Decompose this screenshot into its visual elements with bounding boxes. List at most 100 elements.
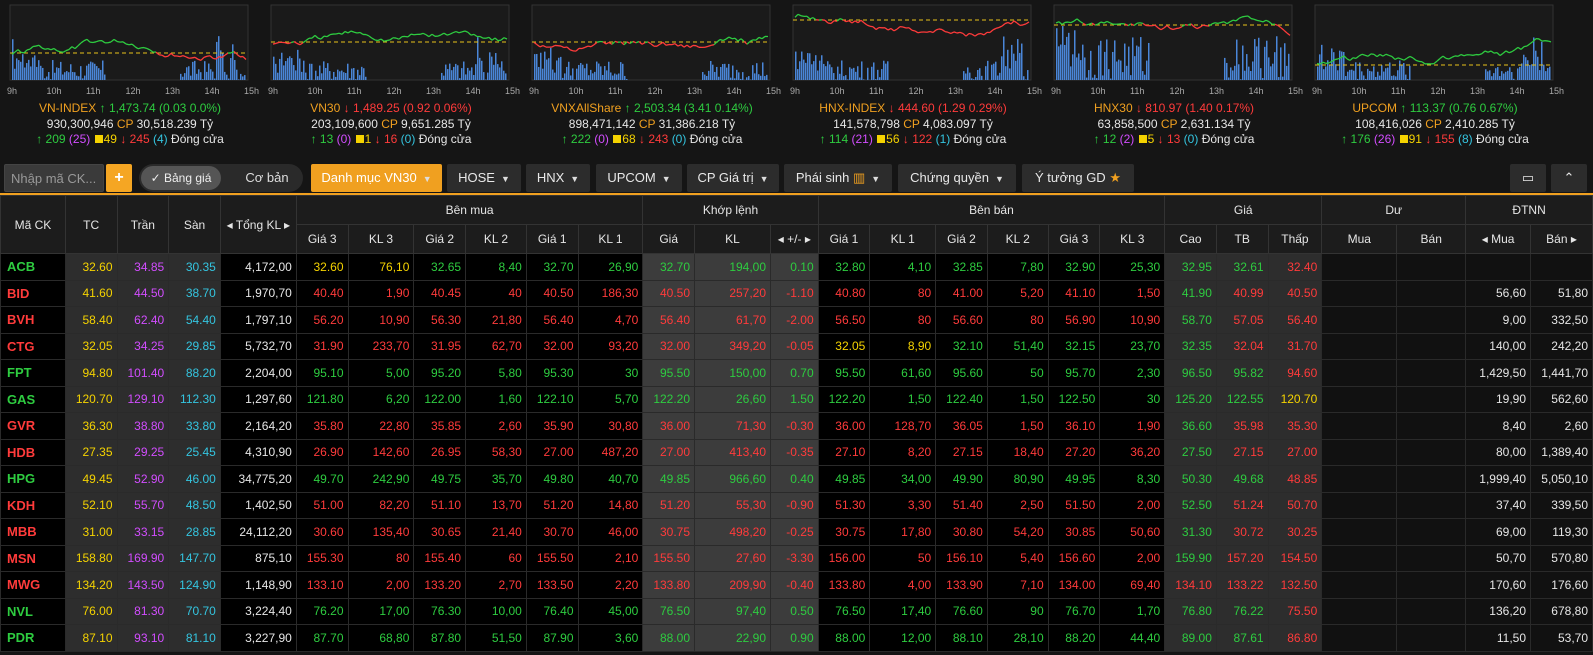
caret-down-icon: ▼ (500, 174, 510, 184)
table-row[interactable]: GAS 120.70 129.10 112.30 1,297,60 121.80 6,20 1… (0, 385, 1593, 413)
subheader-15: Cao (1164, 224, 1217, 254)
index-card-vnxallshare[interactable]: 9h 10h 11h 12h 13h 14h 15h VNXAllShare ↑ 2,503.… (522, 0, 782, 160)
volume-bar (311, 63, 313, 80)
monitor-icon[interactable]: ▭ (1510, 164, 1546, 192)
tab-upcom[interactable]: UPCOM ▼ (596, 164, 682, 192)
volume-bar (746, 77, 748, 80)
tab-vn30-watchlist[interactable]: Danh mục VN30 ▼ (311, 164, 442, 192)
volume-bar (287, 58, 289, 80)
subheader-8[interactable]: ◂ +/- ▸ (770, 224, 819, 254)
volume-bar (1375, 76, 1377, 80)
price-stat-cell: 133.22 (1215, 571, 1269, 599)
index-card-vn-index[interactable]: 9h 10h 11h 12h 13h 14h 15h VN-INDEX ↑ 1,473.74 … (0, 0, 260, 160)
decliners: ↓ 243 (638, 132, 669, 146)
match-cell: 498,20 (694, 518, 772, 546)
symbol-cell[interactable]: PDR (0, 624, 66, 652)
buy-cell: 40,70 (577, 465, 644, 493)
table-row[interactable]: PDR 87.10 93.10 81.10 3,227,90 87.70 68,80 87.8… (0, 624, 1593, 652)
symbol-cell[interactable]: MBB (0, 518, 66, 546)
tab-derivatives[interactable]: Phái sinh ▥ ▼ (784, 164, 892, 192)
volume-bar (1100, 40, 1102, 80)
buy-cell: 5,00 (347, 359, 415, 387)
symbol-cell[interactable]: GAS (0, 385, 66, 413)
add-symbol-button[interactable]: + (106, 164, 132, 192)
header-total-volume[interactable]: ◂ Tổng KL ▸ (219, 195, 297, 254)
table-row[interactable]: MBB 31.00 33.15 28.85 24,112,20 30.60 135,40 30… (0, 518, 1593, 546)
price-stat-cell: 31.30 (1164, 518, 1217, 546)
tab-warrants[interactable]: Chứng quyền ▼ (898, 164, 1016, 192)
volume-bar (991, 64, 993, 80)
table-row[interactable]: CTG 32.05 34.25 29.85 5,732,70 31.90 233,70 31.… (0, 332, 1593, 360)
table-row[interactable]: KDH 52.10 55.70 48.50 1,402,50 51.00 82,20 51.1… (0, 491, 1593, 519)
subheader-20[interactable]: ◂ Mua (1465, 224, 1531, 254)
foreign-cell: 562,60 (1530, 385, 1593, 413)
table-row[interactable]: BVH 58.40 62.40 54.40 1,797,10 56.20 10,90 56.3… (0, 306, 1593, 334)
symbol-cell[interactable]: GVR (0, 412, 66, 440)
volume-bar (309, 63, 311, 80)
index-volume-value: 930,300,946 CP 30,518.239 Tỷ (0, 117, 260, 131)
sell-cell: 32.80 (817, 253, 871, 281)
ref-price-cell: 36.30 (64, 412, 118, 440)
tab-trading-ideas[interactable]: Ý tưởng GD ★ (1022, 164, 1134, 192)
floor-price-cell: 54.40 (168, 306, 221, 334)
symbol-cell[interactable]: HPG (0, 465, 66, 493)
buy-cell: 17,00 (347, 597, 415, 625)
volume-bar (995, 61, 997, 80)
volume-bar (881, 69, 883, 80)
table-row[interactable]: HDB 27.35 29.25 25.45 4,310,90 26.90 142,60 26.… (0, 438, 1593, 466)
table-row[interactable]: BID 41.60 44.50 38.70 1,970,70 40.40 1,90 40.45… (0, 279, 1593, 307)
sell-cell: 18,40 (986, 438, 1049, 466)
table-row[interactable]: NVL 76.00 81.30 70.70 3,224,40 76.20 17,00 76.3… (0, 597, 1593, 625)
volume-bar (72, 71, 74, 80)
toggle-price-board[interactable]: ✓ Bảng giá (141, 166, 221, 190)
volume-bar (1082, 44, 1084, 80)
table-row[interactable]: MWG 134.20 143.50 124.90 1,148,90 133.10 2,00 1… (0, 571, 1593, 599)
toggle-basic[interactable]: Cơ bản (231, 164, 303, 192)
symbol-cell[interactable]: CTG (0, 332, 66, 360)
price-line-segment (587, 45, 592, 48)
symbol-cell[interactable]: MSN (0, 544, 66, 572)
price-stat-cell: 86.80 (1267, 624, 1323, 652)
symbol-cell[interactable]: FPT (0, 359, 66, 387)
price-stat-cell: 32.04 (1215, 332, 1269, 360)
table-row[interactable]: ACB 32.60 34.85 30.35 4,172,00 32.60 76,10 32.6… (0, 253, 1593, 281)
index-card-upcom[interactable]: 9h 10h 11h 12h 13h 14h 15h UPCOM ↑ 113.37 (0.76… (1305, 0, 1565, 160)
table-row[interactable]: MSN 158.80 169.90 147.70 875,10 155.30 80 155.4… (0, 544, 1593, 572)
index-card-hnx-index[interactable]: 9h 10h 11h 12h 13h 14h 15h HNX-INDEX ↓ 444.60 (… (783, 0, 1043, 160)
search-input[interactable]: Nhập mã CK... (4, 164, 104, 192)
symbol-cell[interactable]: NVL (0, 597, 66, 625)
tab-hnx[interactable]: HNX ▼ (526, 164, 590, 192)
buy-cell: 26.95 (413, 438, 467, 466)
tab-label: Ý tưởng GD (1035, 170, 1106, 185)
symbol-cell[interactable]: KDH (0, 491, 66, 519)
symbol-cell[interactable]: HDB (0, 438, 66, 466)
match-cell: 49.85 (642, 465, 696, 493)
volume-bar (92, 62, 94, 80)
toggle-on-label: Bảng giá (164, 171, 212, 185)
ceiling-price-cell: 81.30 (116, 597, 170, 625)
buy-cell: 133.50 (525, 571, 579, 599)
tab-value-stocks[interactable]: CP Giá trị ▼ (687, 164, 779, 192)
symbol-cell[interactable]: BID (0, 279, 66, 307)
table-row[interactable]: HPG 49.45 52.90 46.00 34,775,20 49.70 242,90 49… (0, 465, 1593, 493)
table-row[interactable]: FPT 94.80 101.40 88.20 2,204,00 95.10 5,00 95.2… (0, 359, 1593, 387)
symbol-cell[interactable]: BVH (0, 306, 66, 334)
symbol-cell[interactable]: ACB (0, 253, 66, 281)
buy-cell: 1,90 (347, 279, 415, 307)
symbol-cell[interactable]: MWG (0, 571, 66, 599)
time-tick-label: 15h (766, 86, 781, 96)
ref-price-cell: 49.45 (64, 465, 118, 493)
volume-bar (1543, 64, 1545, 80)
time-tick-label: 15h (1288, 86, 1303, 96)
tab-hose[interactable]: HOSE ▼ (447, 164, 521, 192)
chevron-up-icon[interactable]: ⌃ (1551, 164, 1587, 192)
volume-bar (616, 74, 618, 80)
table-row[interactable]: GVR 36.30 38.80 33.80 2,164,20 35.80 22,80 35.8… (0, 412, 1593, 440)
price-line-segment (917, 31, 922, 34)
ceiling-price-cell: 52.90 (116, 465, 170, 493)
index-card-hnx30[interactable]: 9h 10h 11h 12h 13h 14h 15h HNX30 ↓ 810.97 (1.40… (1044, 0, 1304, 160)
volume-bar (540, 52, 542, 80)
index-card-vn30[interactable]: 9h 10h 11h 12h 13h 14h 15h VN30 ↓ 1,489.25 (0.9… (261, 0, 521, 160)
view-toggle[interactable]: ✓ Bảng giá Cơ bản (139, 164, 303, 192)
volume-bar (451, 70, 453, 80)
